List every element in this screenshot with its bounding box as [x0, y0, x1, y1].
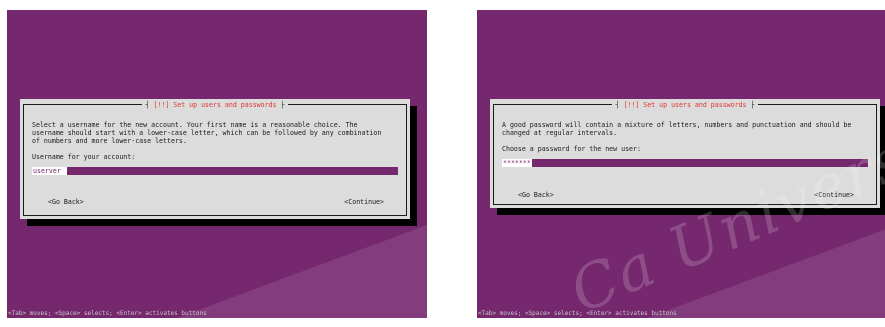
username-value: userver	[32, 167, 62, 175]
continue-button[interactable]: <Continue>	[344, 198, 384, 206]
username-input[interactable]: userver	[32, 167, 398, 175]
password-value: *******	[502, 159, 532, 167]
field-prompt: Username for your account:	[32, 153, 136, 161]
installer-screen-username: [!!] Set up users and passwords Select a…	[7, 10, 427, 318]
dialog-frame: [!!] Set up users and passwords Select a…	[23, 101, 407, 216]
setup-users-dialog: [!!] Set up users and passwords Select a…	[20, 99, 410, 219]
continue-button[interactable]: <Continue>	[814, 191, 854, 199]
status-bar: <Tab> moves; <Space> selects; <Enter> ac…	[8, 310, 207, 317]
field-prompt: Choose a password for the new user:	[502, 145, 641, 153]
dialog-frame: [!!] Set up users and passwords A good p…	[493, 101, 877, 205]
go-back-button[interactable]: <Go Back>	[48, 198, 84, 206]
dialog-title: [!!] Set up users and passwords	[141, 101, 289, 109]
status-bar: <Tab> moves; <Space> selects; <Enter> ac…	[478, 310, 677, 317]
dialog-description: Select a username for the new account. Y…	[32, 121, 382, 145]
text-cursor	[61, 167, 67, 175]
go-back-button[interactable]: <Go Back>	[518, 191, 554, 199]
dialog-title: [!!] Set up users and passwords	[611, 101, 759, 109]
password-input[interactable]: *******	[502, 159, 868, 167]
dialog-description: A good password will contain a mixture o…	[502, 121, 852, 137]
installer-screen-password: [!!] Set up users and passwords A good p…	[477, 10, 885, 318]
setup-users-dialog: [!!] Set up users and passwords A good p…	[490, 99, 880, 208]
